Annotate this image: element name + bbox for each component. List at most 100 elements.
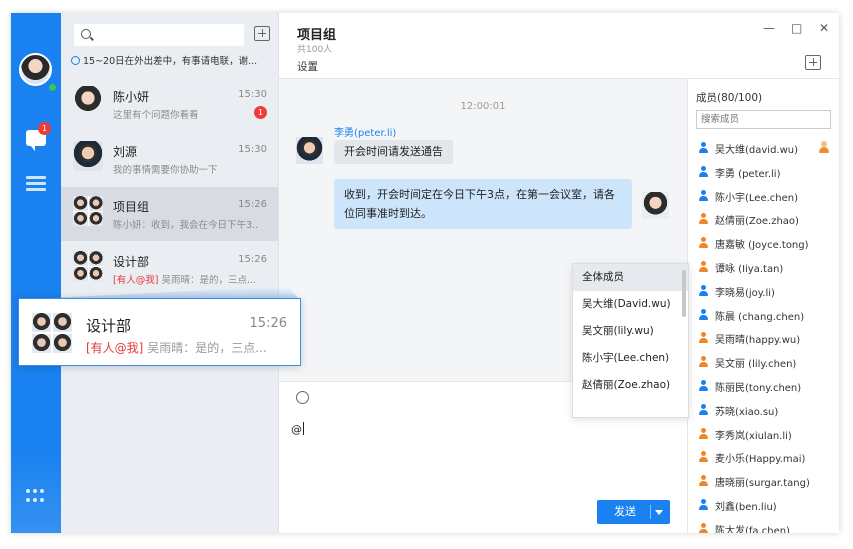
status-notice-text: 15~20日在外出差中，有事请电联，谢... [83,56,258,67]
member-name: 李勇 (peter.li) [715,168,781,180]
member-row[interactable]: 麦小乐(Happy.mai) [696,446,836,470]
member-row[interactable]: 李秀岚(xiulan.li) [696,423,836,447]
mention-option[interactable]: 赵倩丽(Zoe.zhao) [573,372,688,399]
member-row[interactable]: 李晓易(joy.li) [696,280,836,304]
conversation-item-active[interactable]: 项目组 15:26 陈小妍：收到，我会在今日下午3... [61,187,278,241]
member-row[interactable]: 吴雨晴(happy.wu) [696,327,836,351]
conversation-name: 陈小妍 [113,90,150,104]
chat-title: 项目组 [297,28,337,43]
conversation-avatar [73,86,103,116]
conversation-time: 15:30 [238,89,267,100]
message-timestamp: 12:00:01 [460,101,506,112]
maximize-icon[interactable]: □ [791,21,802,35]
send-options-chevron-icon[interactable] [655,510,663,515]
settings-link[interactable]: 设置 [297,59,318,74]
conversation-item[interactable]: 刘源 15:30 我的事情需要你协助一下 [61,132,278,186]
minimize-icon[interactable]: — [763,21,775,35]
person-icon [698,142,708,153]
self-avatar[interactable] [642,192,669,219]
members-title: 成员(80/100) [696,92,763,104]
sender-avatar[interactable] [296,137,323,164]
window-controls: — □ ✕ [763,21,829,35]
add-member-button[interactable] [805,55,821,70]
person-icon [698,332,708,344]
person-icon [698,498,708,510]
conversation-hover-card[interactable]: 设计部 15:26 [有人@我] 吴雨晴：是的，三点... [18,298,301,366]
mention-option[interactable]: 吴文丽(lily.wu) [573,318,688,345]
popup-scrollbar[interactable] [682,270,686,317]
new-chat-button[interactable] [254,26,270,41]
search-input[interactable] [74,24,244,46]
conversation-list-panel: 15~20日在外出差中，有事请电联，谢... 陈小妍 15:30 这里有个问题你… [61,13,279,533]
user-avatar[interactable] [19,53,52,86]
group-owner-icon [818,140,830,153]
nav-rail: 1 [11,13,61,533]
person-icon [698,308,708,320]
status-notice[interactable]: 15~20日在外出差中，有事请电联，谢... [71,53,276,71]
member-list: 吴大维(david.wu) 李勇 (peter.li) 陈小宇(Lee.chen) 赵… [696,137,836,533]
member-row[interactable]: 赵倩丽(Zoe.zhao) [696,208,836,232]
member-row[interactable]: 谭咏 (Iiya.tan) [696,256,836,280]
member-name: 吴文丽 (lily.chen) [715,359,797,371]
chat-unread-badge: 1 [38,122,51,135]
member-row[interactable]: 李勇 (peter.li) [696,161,836,185]
conversation-avatar [73,141,103,171]
group-avatar [32,313,72,353]
conversation-item[interactable]: 设计部 15:26 [有人@我] 吴雨晴：是的，三点... [61,242,278,296]
send-button[interactable]: 发送 [597,500,670,524]
member-name: 陈丽民(tony.chen) [715,382,802,394]
message-input[interactable]: @ [291,422,304,436]
chat-header: 项目组 共100人 设置 — □ ✕ [279,13,839,79]
mention-option[interactable]: 吴大维(David.wu) [573,291,688,318]
member-name: 刘鑫(ben.liu) [715,501,777,513]
member-name: 吴雨晴(happy.wu) [715,335,801,347]
search-icon [81,29,91,39]
member-row[interactable]: 苏晓(xiao.su) [696,399,836,423]
member-row[interactable]: 唐嘉敏 (Joyce.tong) [696,232,836,256]
members-panel: 成员(80/100) 吴大维(david.wu) 李勇 (peter.li) 陈小宇… [687,79,839,533]
person-icon [698,284,708,296]
member-name: 唐晓丽(surgar.tang) [715,478,810,490]
mention-option[interactable]: 全体成员 [573,264,688,291]
member-row[interactable]: 陈晨 (chang.chen) [696,304,836,328]
contacts-icon[interactable] [26,176,46,192]
conversation-time: 15:26 [238,199,267,210]
member-name: 赵倩丽(Zoe.zhao) [715,216,799,228]
member-row[interactable]: 陈大发(fa.chen) [696,518,836,533]
person-icon [698,451,708,463]
card-time: 15:26 [249,316,287,331]
member-name: 李晓易(joy.li) [715,287,775,299]
conversation-item[interactable]: 陈小妍 15:30 这里有个问题你看看 1 [61,77,278,131]
emoji-icon[interactable] [296,391,309,404]
text-caret [303,422,304,435]
card-preview: [有人@我] 吴雨晴：是的，三点... [86,339,286,356]
member-row[interactable]: 吴大维(david.wu) [696,137,836,161]
conversation-time: 15:26 [238,254,267,265]
member-row[interactable]: 唐晓丽(surgar.tang) [696,470,836,494]
member-row[interactable]: 陈丽民(tony.chen) [696,375,836,399]
conversation-name: 设计部 [113,255,150,269]
online-status-icon [47,82,58,93]
member-row[interactable]: 刘鑫(ben.liu) [696,494,836,518]
person-icon [698,189,708,201]
apps-grid-icon[interactable] [26,489,46,503]
mention-option[interactable]: 陈小宇(Lee.chen) [573,345,688,372]
member-row[interactable]: 陈小宇(Lee.chen) [696,185,836,209]
person-icon [698,356,708,368]
member-name: 陈大发(fa.chen) [715,525,790,533]
close-icon[interactable]: ✕ [819,21,829,35]
input-text: @ [291,423,302,436]
person-icon [698,379,708,391]
incoming-message: 开会时间请发送通告 [334,140,453,164]
member-name: 陈晨 (chang.chen) [715,311,805,323]
member-name: 苏晓(xiao.su) [715,406,779,418]
person-icon [698,522,708,533]
unread-badge: 1 [254,106,267,119]
member-name: 谭咏 (Iiya.tan) [715,263,784,275]
member-row[interactable]: 吴文丽 (lily.chen) [696,351,836,375]
conversation-preview: 陈小妍：收到，我会在今日下午3... [113,220,258,231]
sender-name[interactable]: 李勇(peter.li) [334,124,396,139]
person-icon [698,475,708,487]
member-search-input[interactable] [696,110,831,129]
member-name: 李秀岚(xiulan.li) [715,430,792,442]
